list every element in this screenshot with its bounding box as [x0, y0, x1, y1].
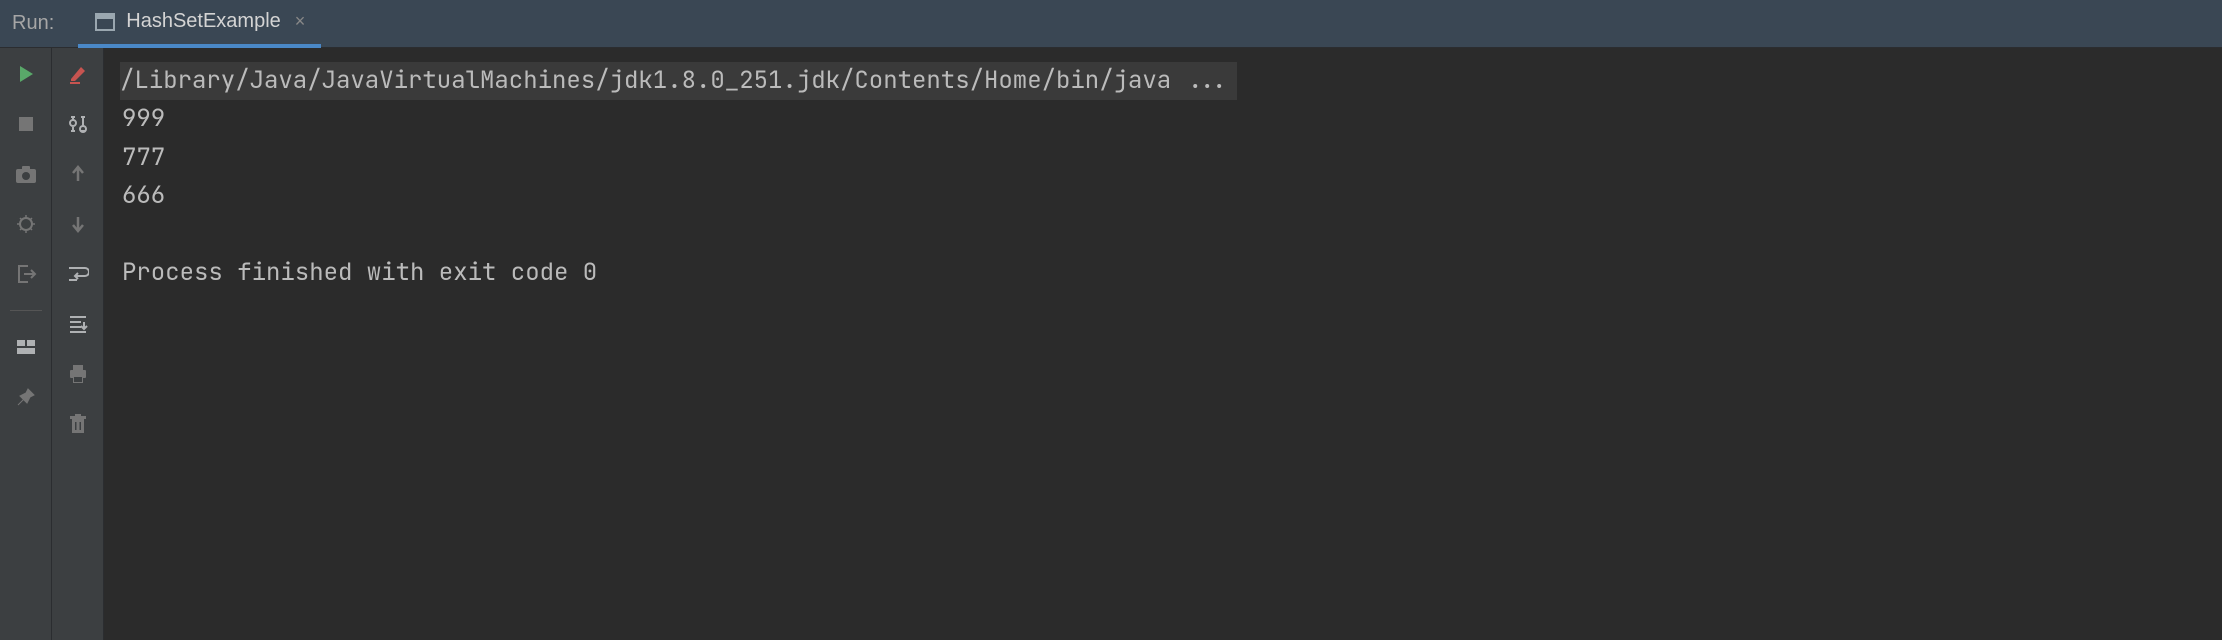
- app-window-icon: [94, 11, 116, 33]
- console-line: 999: [122, 100, 2204, 138]
- tab-label: HashSetExample: [126, 10, 281, 33]
- console-line: Process finished with exit code 0: [122, 254, 2204, 292]
- left-toolbar-secondary: [52, 48, 104, 640]
- run-panel-header: Run: HashSetExample ×: [0, 0, 2222, 48]
- down-arrow-icon[interactable]: [64, 210, 92, 238]
- highlight-icon[interactable]: [64, 60, 92, 88]
- run-tab[interactable]: HashSetExample ×: [78, 0, 321, 48]
- run-icon[interactable]: [12, 60, 40, 88]
- console-output[interactable]: /Library/Java/JavaVirtualMachines/jdk1.8…: [104, 48, 2222, 640]
- up-arrow-icon[interactable]: [64, 160, 92, 188]
- print-icon[interactable]: [64, 360, 92, 388]
- left-toolbar-primary: [0, 48, 52, 640]
- exit-icon[interactable]: [12, 260, 40, 288]
- pin-icon[interactable]: [12, 383, 40, 411]
- run-label: Run:: [12, 12, 54, 35]
- filter-icon[interactable]: [64, 110, 92, 138]
- console-line: 777: [122, 139, 2204, 177]
- stop-icon[interactable]: [12, 110, 40, 138]
- layout-icon[interactable]: [12, 333, 40, 361]
- soft-wrap-icon[interactable]: [64, 260, 92, 288]
- console-line: [122, 216, 2204, 254]
- console-line: 666: [122, 177, 2204, 215]
- trash-icon[interactable]: [64, 410, 92, 438]
- console-line: /Library/Java/JavaVirtualMachines/jdk1.8…: [120, 62, 1237, 100]
- scroll-to-end-icon[interactable]: [64, 310, 92, 338]
- toolbar-divider: [10, 310, 42, 311]
- close-icon[interactable]: ×: [295, 11, 306, 32]
- run-panel-body: /Library/Java/JavaVirtualMachines/jdk1.8…: [0, 48, 2222, 640]
- camera-icon[interactable]: [12, 160, 40, 188]
- debug-icon[interactable]: [12, 210, 40, 238]
